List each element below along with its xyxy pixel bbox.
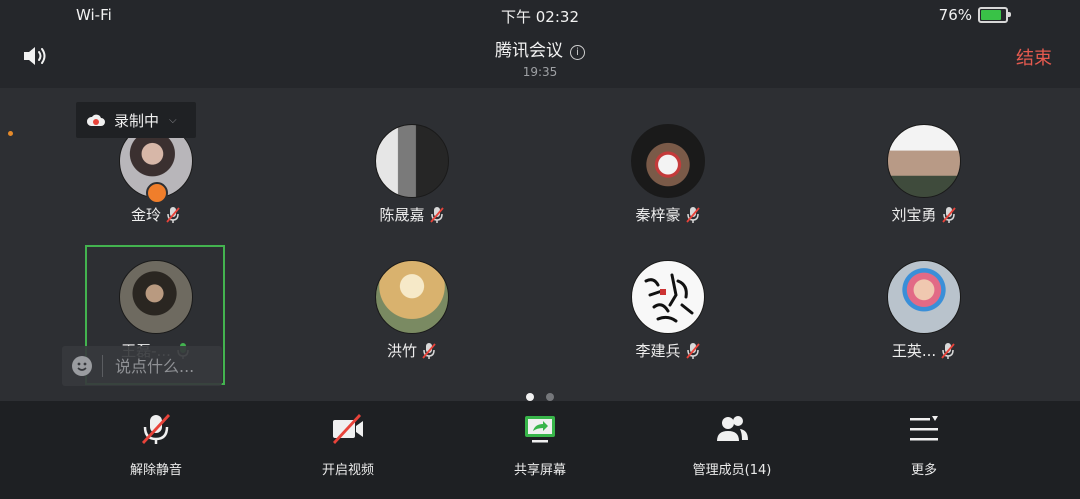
- participant-tile[interactable]: 金玲: [28, 124, 284, 225]
- avatar: [119, 260, 193, 334]
- avatar: [631, 124, 705, 198]
- start-video-label: 开启视频: [321, 463, 374, 478]
- mic-muted-icon: [941, 342, 955, 359]
- battery-indicator: 76%: [938, 6, 1011, 24]
- participant-name: 李建兵: [635, 342, 681, 360]
- avatar: [631, 260, 705, 334]
- mic-muted-icon: [685, 342, 700, 359]
- participant-tile[interactable]: 刘宝勇: [796, 124, 1052, 225]
- share-screen-button[interactable]: 共享屏幕: [480, 411, 600, 478]
- share-screen-label: 共享屏幕: [513, 463, 566, 478]
- more-label: 更多: [910, 463, 937, 478]
- avatar: [887, 124, 961, 198]
- participant-name: 陈晟嘉: [379, 206, 425, 224]
- manage-members-label: 管理成员(14): [692, 463, 772, 478]
- status-bar: Wi-Fi 下午 02:32 76%: [0, 0, 1080, 30]
- unmute-label: 解除静音: [129, 463, 182, 478]
- page-dot[interactable]: [526, 393, 534, 401]
- participant-name: 王英...: [891, 342, 937, 360]
- mic-muted-icon: [141, 414, 171, 444]
- manage-members-button[interactable]: 管理成员(14): [672, 411, 792, 478]
- meeting-duration: 19:35: [522, 65, 558, 79]
- notification-dot: [8, 131, 13, 136]
- recording-label: 录制中: [114, 111, 160, 130]
- participant-name: 洪竹: [386, 342, 417, 360]
- video-off-icon: [332, 414, 363, 444]
- participant-name: 金玲: [130, 206, 161, 224]
- battery-icon: [978, 7, 1011, 23]
- avatar: [375, 260, 449, 334]
- members-icon: [717, 416, 748, 441]
- participant-tile[interactable]: 洪竹: [284, 260, 540, 361]
- avatar: [887, 260, 961, 334]
- info-icon[interactable]: i: [570, 45, 585, 60]
- page-dot[interactable]: [546, 393, 554, 401]
- participant-tile[interactable]: 李建兵: [540, 260, 796, 361]
- mic-muted-icon: [422, 342, 436, 359]
- more-menu-icon: [910, 416, 938, 441]
- meeting-title[interactable]: 腾讯会议: [495, 41, 563, 61]
- start-video-button[interactable]: 开启视频: [288, 411, 408, 478]
- clock: 下午 02:32: [501, 8, 579, 26]
- participant-tile[interactable]: 王英...: [796, 260, 1052, 361]
- mic-muted-icon: [429, 206, 444, 223]
- avatar: [375, 124, 449, 198]
- participant-tile[interactable]: 秦梓豪: [540, 124, 796, 225]
- share-screen-icon: [525, 416, 555, 443]
- cloud-record-icon: [86, 114, 105, 126]
- participant-grid: 录制中 ⌵ 金玲 陈晟嘉 秦梓豪 刘宝勇 王磊-...: [0, 88, 1080, 401]
- mic-muted-icon: [166, 206, 180, 223]
- host-badge-icon: [146, 182, 168, 204]
- participant-name: 秦梓豪: [635, 206, 681, 224]
- unmute-button[interactable]: 解除静音: [96, 411, 216, 478]
- participant-name: 刘宝勇: [891, 206, 937, 224]
- recording-indicator[interactable]: 录制中 ⌵: [76, 102, 196, 138]
- mic-muted-icon: [941, 206, 956, 223]
- emoji-icon[interactable]: [72, 356, 92, 376]
- mic-muted-icon: [685, 206, 700, 223]
- page-indicator[interactable]: [0, 393, 1080, 401]
- meeting-header: 腾讯会议 i 19:35 结束: [0, 28, 1080, 86]
- bottom-toolbar: 解除静音 开启视频 共享屏幕 管理成员(14) 更多: [0, 401, 1080, 499]
- more-button[interactable]: 更多: [864, 411, 984, 478]
- chevron-down-icon: ⌵: [169, 114, 177, 126]
- battery-percent: 76%: [938, 6, 972, 24]
- chat-input[interactable]: [113, 355, 217, 377]
- participant-tile[interactable]: 陈晟嘉: [284, 124, 540, 225]
- chat-input-bar[interactable]: [62, 346, 222, 386]
- end-meeting-button[interactable]: 结束: [1016, 44, 1052, 70]
